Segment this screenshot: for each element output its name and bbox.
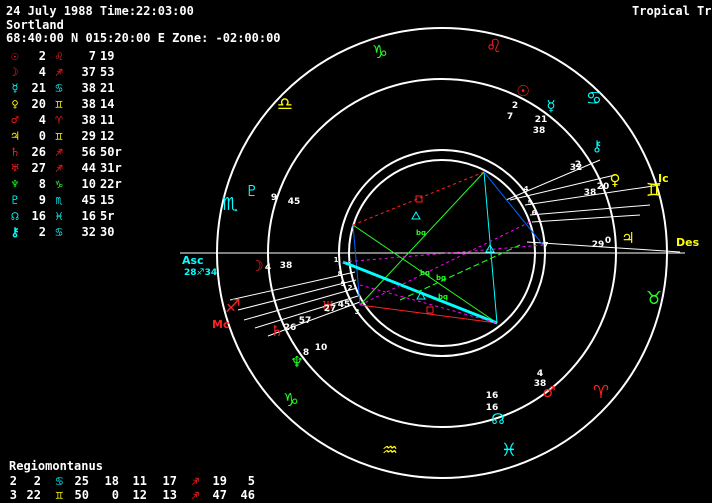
planet-wheel-minute: 38	[584, 188, 597, 198]
zodiac-sign-icon: ♋	[586, 88, 602, 109]
house-number: 2	[348, 284, 353, 292]
zodiac-sign-icon: ♑	[283, 390, 299, 411]
aspect-label: bq	[436, 274, 446, 282]
planet-wheel-minute: 16	[486, 403, 499, 413]
zodiac-sign-icon: ♏	[222, 194, 238, 215]
house-number: 4	[524, 185, 529, 193]
planet-wheel-icon: ♆	[290, 353, 303, 371]
asc-label: Asc	[182, 254, 204, 267]
planet-glyphs: ☉27☿2138⚷232♀2038♃029♂438☊1616♆ 8 10♅27 45♄…	[245, 82, 634, 428]
ic-label: Ic	[658, 172, 669, 185]
planet-wheel-minute: 38	[280, 261, 293, 271]
planet-wheel-icon: ♇	[245, 182, 258, 200]
planet-wheel-degree: 4	[265, 263, 271, 273]
planet-wheel-degree: 9	[271, 193, 277, 203]
planet-wheel-minute: 7	[507, 112, 513, 122]
planet-wheel-icon: ♄	[270, 322, 283, 340]
planet-wheel-icon: ☽	[250, 257, 263, 275]
zodiac-sign-icon: ♐	[225, 296, 241, 317]
planet-wheel-degree: 4	[537, 369, 543, 379]
house-number: 9	[341, 280, 346, 288]
planet-wheel-minute: 38	[533, 126, 546, 136]
zodiac-sign-icon: ♎	[277, 94, 293, 115]
zodiac-sign-icon: ♑	[372, 42, 388, 63]
planet-wheel-degree: 16	[486, 391, 499, 401]
planet-wheel-degree: 26	[284, 323, 297, 333]
house-number: 1	[334, 256, 339, 264]
zodiac-sign-icon: ♌	[486, 36, 502, 57]
aspect-label: bq	[420, 269, 430, 277]
planet-wheel-degree: 0	[605, 236, 611, 246]
house-number: 8	[338, 270, 343, 278]
planet-wheel-minute: 45	[288, 197, 301, 207]
square-aspect-mark	[426, 306, 434, 314]
planet-wheel-degree: 21	[535, 115, 548, 125]
house-number: 6	[532, 209, 537, 217]
trine-aspect-mark	[411, 210, 421, 220]
planet-wheel-icon: ♀	[610, 171, 621, 189]
planet-wheel-icon: ⚷	[592, 137, 603, 155]
planet-wheel-minute: 29	[592, 240, 605, 250]
planet-wheel-degree: 8	[303, 348, 309, 358]
house-number: 5	[528, 199, 533, 207]
planet-wheel-minute: 45	[338, 300, 351, 310]
house-number: 7	[544, 241, 549, 249]
planet-wheel-minute: 10	[315, 343, 328, 353]
planet-wheel-minute: 32	[570, 163, 583, 173]
planet-wheel-minute: 57	[299, 316, 312, 326]
planet-wheel-icon: ♃	[621, 229, 634, 247]
zodiac-sign-icon: ♈	[593, 382, 609, 403]
asc-degree: 28♐34	[184, 268, 217, 278]
aspect-label: bq	[416, 229, 426, 237]
zodiac-sign-icon: ♒	[382, 440, 398, 461]
planet-wheel-degree: 2	[512, 101, 518, 111]
house-number: 3	[355, 308, 360, 316]
des-label: Des	[676, 236, 700, 249]
planet-wheel-degree: 27	[324, 304, 337, 314]
aspect-label: bq	[438, 293, 448, 301]
planet-wheel-degree: 20	[597, 182, 610, 192]
planet-wheel-icon: ☉	[516, 82, 529, 100]
mc-label: Mc	[212, 318, 229, 331]
planet-wheel-minute: 38	[534, 379, 547, 389]
zodiac-sign-icon: ♓	[501, 440, 517, 461]
planet-wheel-icon: ☿	[546, 97, 555, 115]
zodiac-sign-icon: ♉	[646, 288, 662, 309]
chart-wheel: bqbqbqbq 123456789 ♑ ♌♋♊♉♈♓♒♑♐♏♎ ☉27☿2138…	[180, 27, 700, 479]
